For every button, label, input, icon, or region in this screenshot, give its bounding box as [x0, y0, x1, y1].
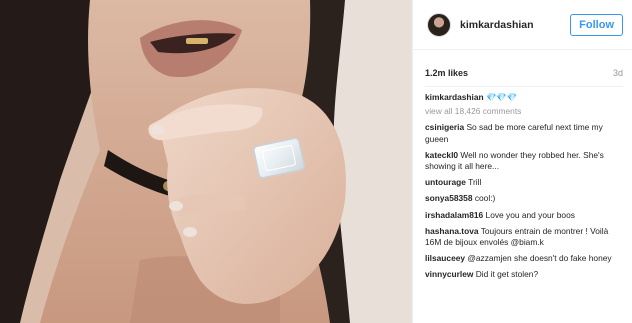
caption-text: 💎💎💎: [485, 92, 518, 102]
caption-user[interactable]: kimkardashian: [425, 92, 484, 102]
post-time: 3d: [612, 68, 623, 78]
comment-item: vinnycurlew Did it get stolen?: [425, 269, 625, 280]
comment-text: Did it get stolen?: [475, 269, 539, 280]
photo-illustration: [0, 0, 412, 323]
comment-user[interactable]: vinnycurlew: [425, 269, 473, 279]
comment-item: lilsauceey @azzamjen she doesn't do fake…: [425, 253, 625, 264]
avatar[interactable]: [427, 12, 451, 37]
instagram-post: kimkardashian Follow 1.2m likes 3d kimka…: [0, 0, 632, 323]
comment-item: untourage Trill: [425, 177, 625, 188]
comment-text: Trill: [468, 177, 482, 188]
comment-user[interactable]: untourage: [425, 177, 466, 187]
comment-text: Love you and your boos: [485, 209, 575, 220]
comment-user[interactable]: hashana.tova: [425, 226, 479, 236]
comment-item: hashana.tova Toujours entrain de montrer…: [425, 226, 625, 248]
comment-text: cool:): [474, 193, 496, 204]
comment-user[interactable]: sonya58358: [425, 193, 473, 203]
comment-item: sonya58358 cool:): [425, 193, 625, 204]
view-all-comments-link[interactable]: view all 18,426 comments: [425, 106, 625, 117]
post-panel: kimkardashian Follow 1.2m likes 3d kimka…: [412, 0, 632, 323]
caption: kimkardashian 💎💎💎: [425, 92, 625, 103]
follow-button[interactable]: Follow: [570, 13, 623, 36]
comment-user[interactable]: lilsauceey: [425, 253, 465, 263]
post-header: kimkardashian Follow: [413, 0, 632, 50]
comment-user[interactable]: kateckl0: [425, 150, 458, 160]
comments-list: kimkardashian 💎💎💎 view all 18,426 commen…: [425, 92, 625, 286]
comment-text: @azzamjen she doesn't do fake honey: [467, 253, 612, 264]
comment-user[interactable]: irshadalam816: [425, 210, 483, 220]
likes-row: 1.2m likes 3d: [425, 66, 623, 80]
author-username[interactable]: kimkardashian: [460, 19, 570, 31]
comment-item: kateckl0 Well no wonder they robbed her.…: [425, 150, 625, 172]
comment-item: csinigeria So sad be more careful next t…: [425, 122, 625, 144]
comment-user[interactable]: csinigeria: [425, 122, 464, 132]
comment-item: irshadalam816 Love you and your boos: [425, 210, 625, 221]
divider: [425, 86, 623, 87]
likes-count[interactable]: 1.2m likes: [425, 68, 468, 78]
post-photo[interactable]: [0, 0, 412, 323]
